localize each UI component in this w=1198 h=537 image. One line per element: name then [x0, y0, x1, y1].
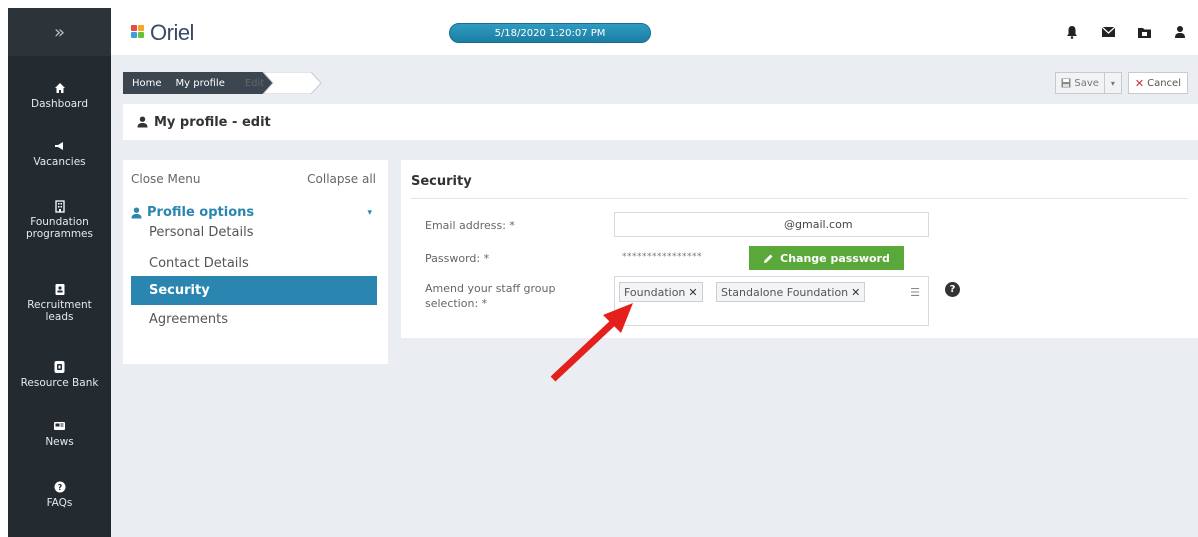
megaphone-icon	[53, 139, 67, 153]
collapse-all-link[interactable]: Collapse all	[307, 172, 376, 186]
folder-icon[interactable]	[1136, 24, 1152, 40]
document-icon	[53, 360, 67, 374]
security-panel: Security Email address: * @gmail.com Pas…	[401, 160, 1198, 338]
sidebar-item-label: FAQs	[46, 497, 73, 509]
security-title: Security	[411, 174, 472, 189]
tag-standalone-foundation: Standalone Foundation ✕	[716, 282, 866, 302]
change-password-button[interactable]: Change password	[749, 246, 904, 270]
menu-group-profile-options[interactable]: Profile options ▾	[123, 205, 388, 220]
list-icon[interactable]: ☰	[910, 286, 920, 299]
sidebar-item-faqs[interactable]: ? FAQs	[8, 480, 111, 509]
cancel-label: Cancel	[1147, 77, 1181, 89]
newspaper-icon	[53, 419, 67, 433]
cancel-button[interactable]: ✕ Cancel	[1127, 72, 1188, 94]
floppy-disk-icon	[1061, 78, 1071, 88]
header-icons	[1064, 24, 1188, 40]
save-label: Save	[1074, 77, 1099, 89]
breadcrumb-edit: Edit	[244, 77, 265, 89]
datetime-display: 5/18/2020 1:20:07 PM	[449, 23, 651, 43]
tag-label: Foundation	[624, 285, 686, 299]
sidebar-item-label: Foundation programmes	[26, 216, 93, 240]
password-mask: ****************	[622, 252, 702, 262]
menu-item-agreements[interactable]: Agreements	[123, 305, 388, 334]
double-chevron-right-icon: »	[53, 21, 65, 43]
staff-group-label-line2: selection: *	[425, 297, 488, 310]
menu-item-contact-details[interactable]: Contact Details	[123, 251, 388, 276]
chevron-down-icon: ▾	[1110, 78, 1115, 88]
logo-mark-icon	[131, 25, 147, 41]
sidebar-item-label: News	[45, 436, 74, 448]
email-label: Email address: *	[425, 219, 515, 232]
page-title-bar: My profile - edit	[123, 104, 1198, 140]
sidebar-item-foundation-programmes[interactable]: Foundation programmes	[8, 199, 111, 240]
breadcrumb-home[interactable]: Home	[123, 72, 172, 94]
email-value: @gmail.com	[784, 218, 853, 231]
user-icon[interactable]	[1172, 24, 1188, 40]
save-button[interactable]: Save	[1056, 73, 1105, 93]
remove-tag-icon[interactable]: ✕	[688, 286, 697, 299]
pencil-icon	[764, 254, 773, 263]
staff-group-multiselect[interactable]: Foundation ✕ Standalone Foundation ✕ ☰	[614, 276, 929, 326]
envelope-icon[interactable]	[1100, 24, 1116, 40]
question-icon: ?	[53, 480, 67, 494]
user-icon	[131, 207, 142, 218]
left-sidebar: » Dashboard Vacancies Foundation program…	[8, 8, 111, 537]
menu-item-personal-details[interactable]: Personal Details	[123, 222, 388, 251]
home-icon	[53, 81, 67, 95]
help-icon[interactable]: ?	[945, 282, 960, 297]
sidebar-item-vacancies[interactable]: Vacancies	[8, 139, 111, 168]
close-icon: ✕	[1134, 76, 1145, 90]
save-button-group: Save ▾	[1055, 72, 1122, 94]
oriel-logo[interactable]: Oriel	[131, 20, 194, 46]
sidebar-item-label: Vacancies	[33, 156, 86, 168]
main-content: Home My profile Edit Save ▾ ✕ Cancel My …	[111, 56, 1198, 537]
staff-group-label: Amend your staff group selection: *	[425, 281, 556, 311]
staff-group-label-line1: Amend your staff group	[425, 282, 556, 295]
profile-menu: Close Menu Collapse all Profile options …	[123, 160, 388, 364]
breadcrumb: Home My profile Edit	[123, 72, 322, 94]
page-actions: Save ▾ ✕ Cancel	[1055, 72, 1188, 94]
svg-text:?: ?	[57, 483, 62, 492]
change-password-label: Change password	[780, 251, 890, 265]
password-label: Password: *	[425, 252, 490, 265]
sidebar-item-news[interactable]: News	[8, 419, 111, 448]
remove-tag-icon[interactable]: ✕	[851, 286, 860, 299]
tag-foundation: Foundation ✕	[619, 282, 703, 302]
breadcrumb-my-profile[interactable]: My profile	[172, 72, 235, 94]
sidebar-item-recruitment-leads[interactable]: Recruitment leads	[8, 282, 111, 323]
sidebar-toggle-button[interactable]: »	[8, 8, 111, 56]
sidebar-item-label: Dashboard	[31, 98, 88, 110]
close-menu-link[interactable]: Close Menu	[131, 172, 200, 186]
id-card-icon	[53, 282, 67, 296]
building-icon	[53, 199, 67, 213]
sidebar-item-label: Resource Bank	[20, 377, 99, 389]
divider	[411, 198, 1188, 199]
menu-group-label: Profile options	[147, 205, 255, 220]
logo-text: Oriel	[150, 20, 194, 45]
save-dropdown-button[interactable]: ▾	[1105, 73, 1121, 93]
sidebar-item-label: Recruitment leads	[27, 299, 92, 323]
sidebar-item-dashboard[interactable]: Dashboard	[8, 81, 111, 110]
sidebar-item-resource-bank[interactable]: Resource Bank	[8, 360, 111, 389]
top-header: Oriel 5/18/2020 1:20:07 PM	[111, 8, 1198, 56]
menu-header: Close Menu Collapse all	[123, 160, 388, 186]
bell-icon[interactable]	[1064, 24, 1080, 40]
email-field[interactable]: @gmail.com	[614, 212, 929, 237]
page-title: My profile - edit	[154, 114, 271, 130]
menu-item-security[interactable]: Security	[131, 276, 377, 305]
tag-label: Standalone Foundation	[721, 285, 849, 299]
chevron-down-icon: ▾	[367, 207, 372, 218]
user-icon	[137, 116, 148, 128]
